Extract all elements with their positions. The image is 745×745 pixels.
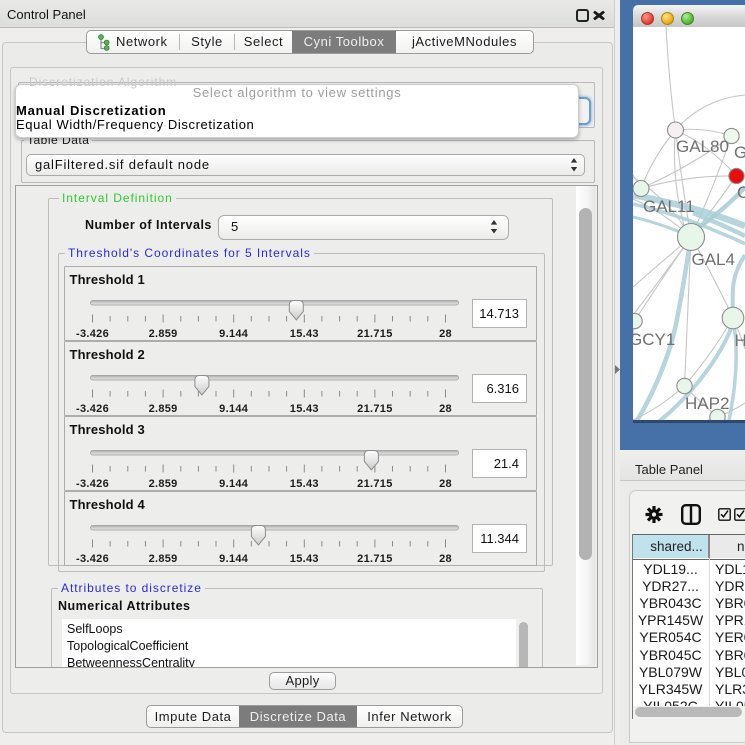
svg-text:21.715: 21.715 [357,478,392,490]
svg-text:28: 28 [439,478,452,490]
svg-text:28: 28 [439,403,452,415]
svg-text:2.859: 2.859 [148,403,177,415]
svg-text:21.715: 21.715 [357,553,392,565]
svg-text:15.43: 15.43 [289,553,318,565]
svg-text:28: 28 [439,328,452,340]
svg-text:9.144: 9.144 [219,328,249,340]
svg-text:GCY1: GCY1 [633,330,675,349]
svg-text:GAL80: GAL80 [676,137,729,156]
svg-text:2.859: 2.859 [148,328,177,340]
svg-text:HAP2: HAP2 [685,394,729,413]
svg-text:2.859: 2.859 [148,553,177,565]
svg-text:2.859: 2.859 [148,478,177,490]
svg-text:9.144: 9.144 [219,553,249,565]
svg-text:15.43: 15.43 [289,478,318,490]
svg-text:28: 28 [439,553,452,565]
svg-text:-3.426: -3.426 [76,553,109,565]
svg-text:9.144: 9.144 [219,478,249,490]
svg-text:HA: HA [735,331,745,350]
svg-text:-3.426: -3.426 [76,478,109,490]
svg-text:GAL11: GAL11 [643,197,695,216]
svg-text:C: C [737,183,745,202]
svg-text:GAL4: GAL4 [692,250,735,269]
svg-text:21.715: 21.715 [357,328,392,340]
svg-text:15.43: 15.43 [289,328,318,340]
svg-text:GA: GA [734,143,745,162]
svg-text:21.715: 21.715 [357,403,392,415]
svg-text:9.144: 9.144 [219,403,249,415]
svg-text:-3.426: -3.426 [76,328,109,340]
svg-text:-3.426: -3.426 [76,403,109,415]
svg-text:15.43: 15.43 [289,403,318,415]
